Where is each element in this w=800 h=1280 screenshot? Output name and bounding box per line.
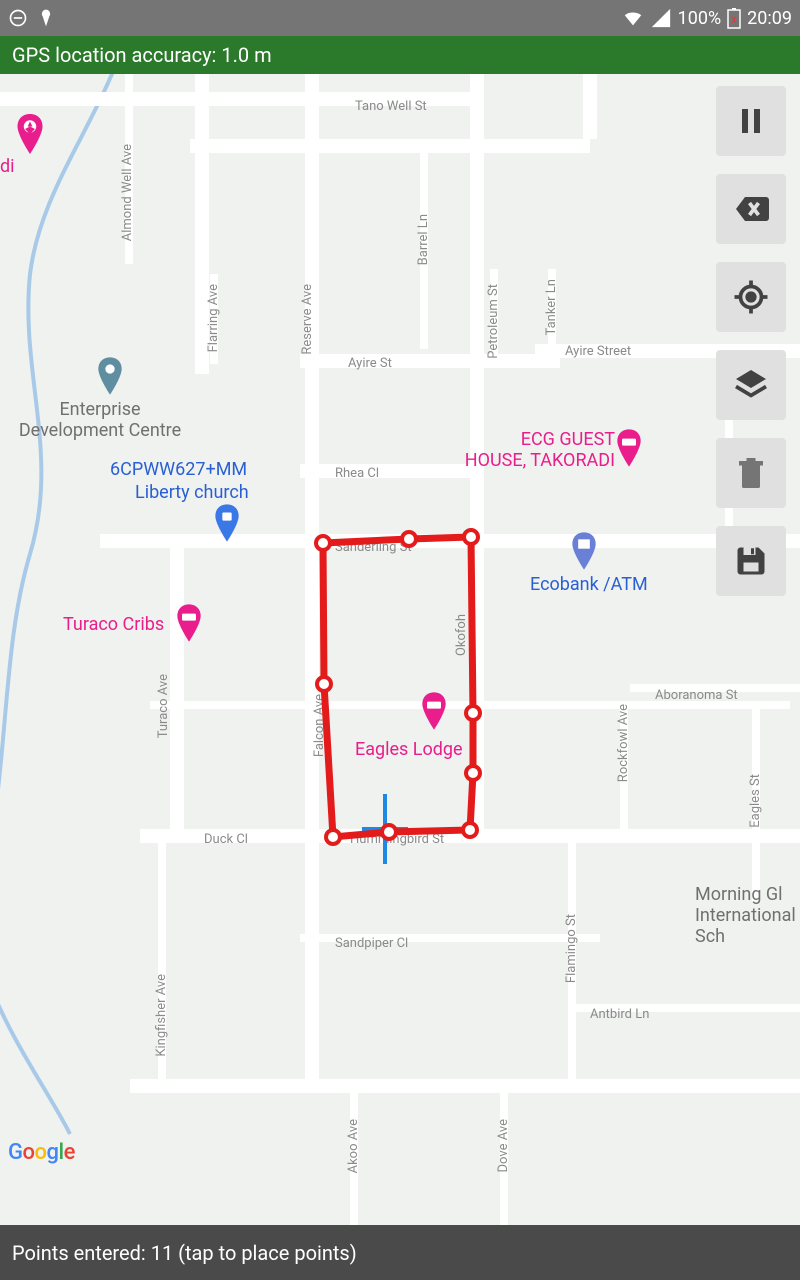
save-icon xyxy=(733,543,769,579)
gps-accuracy-text: GPS location accuracy: 1.0 m xyxy=(12,43,272,67)
street-label: Akoo Ave xyxy=(346,1119,361,1173)
street-label: Okofoh xyxy=(454,614,469,656)
street-label: Reserve Ave xyxy=(300,284,315,355)
poi-label: di xyxy=(0,156,15,177)
street-label: Falcon Ave xyxy=(312,694,327,757)
svg-text:x: x xyxy=(731,12,737,26)
crosshair-icon xyxy=(733,279,769,315)
signal-icon xyxy=(650,7,672,29)
street-label: Turaco Ave xyxy=(156,674,171,738)
pause-icon xyxy=(733,103,769,139)
map-toolbar xyxy=(716,86,786,596)
street-label: Ayire St xyxy=(348,356,392,371)
pause-button[interactable] xyxy=(716,86,786,156)
street-label: Eagles St xyxy=(748,774,763,828)
poi-label: 6CPWW627+MM xyxy=(110,459,247,480)
poi-label: Eagles Lodge xyxy=(355,739,463,760)
clock: 20:09 xyxy=(747,8,792,29)
poi-label: Ecobank /ATM xyxy=(530,574,648,595)
lodging-pin-icon xyxy=(615,429,643,467)
street-label: Rhea Cl xyxy=(335,466,379,481)
street-label: Barrel Ln xyxy=(416,214,431,265)
street-label: Rockfowl Ave xyxy=(616,704,631,782)
map-pin-icon xyxy=(96,357,124,395)
atm-pin-icon xyxy=(570,532,598,570)
lodging-pin-icon xyxy=(420,692,448,730)
battery-pct: 100% xyxy=(678,8,722,29)
gps-accuracy-bar: GPS location accuracy: 1.0 m xyxy=(0,36,800,74)
street-label: Almond Well Ave xyxy=(120,144,135,241)
street-label: Antbird Ln xyxy=(590,1007,649,1022)
street-label: Flarring Ave xyxy=(206,284,221,352)
layers-button[interactable] xyxy=(716,350,786,420)
backspace-icon xyxy=(733,191,769,227)
street-label: Sanderling St xyxy=(335,540,412,555)
poi-label: ECG GUEST HOUSE, TAKORADI xyxy=(455,429,615,471)
points-entered-text: Points entered: 11 (tap to place points) xyxy=(12,1241,357,1265)
map-canvas[interactable]: Tano Well St Almond Well Ave Flarring Av… xyxy=(0,74,800,1225)
map-pin-icon xyxy=(15,114,45,154)
street-label: Aboranoma St xyxy=(655,688,738,703)
points-footer: Points entered: 11 (tap to place points) xyxy=(0,1225,800,1280)
google-attribution: Google xyxy=(8,1140,75,1165)
street-label: Ayire Street xyxy=(565,344,631,359)
wifi-icon xyxy=(622,7,644,29)
delete-button[interactable] xyxy=(716,438,786,508)
android-status-bar: 100% x 20:09 xyxy=(0,0,800,36)
locate-button[interactable] xyxy=(716,262,786,332)
backspace-button[interactable] xyxy=(716,174,786,244)
battery-icon: x xyxy=(727,7,741,29)
poi-label: Turaco Cribs xyxy=(63,614,164,635)
street-label: Petroleum St xyxy=(486,284,501,359)
street-label: Sandpiper Cl xyxy=(335,936,408,951)
dnd-icon xyxy=(8,8,28,28)
layers-icon xyxy=(733,367,769,403)
street-label: Kingfisher Ave xyxy=(154,974,169,1057)
street-label: Hummingbird St xyxy=(350,832,444,847)
street-label: Tano Well St xyxy=(355,99,427,114)
trash-icon xyxy=(733,455,769,491)
street-label: Duck Cl xyxy=(204,832,248,847)
street-label: Flamingo St xyxy=(564,914,579,983)
lodging-pin-icon xyxy=(175,604,203,642)
poi-label: Liberty church xyxy=(135,482,249,503)
shopping-pin-icon xyxy=(213,504,241,542)
poi-label: Enterprise Development Centre xyxy=(0,399,200,441)
icecream-icon xyxy=(36,8,56,28)
poi-label: Morning Gl International Sch xyxy=(695,884,800,947)
save-button[interactable] xyxy=(716,526,786,596)
street-label: Dove Ave xyxy=(496,1119,511,1172)
street-label: Tanker Ln xyxy=(544,279,559,335)
